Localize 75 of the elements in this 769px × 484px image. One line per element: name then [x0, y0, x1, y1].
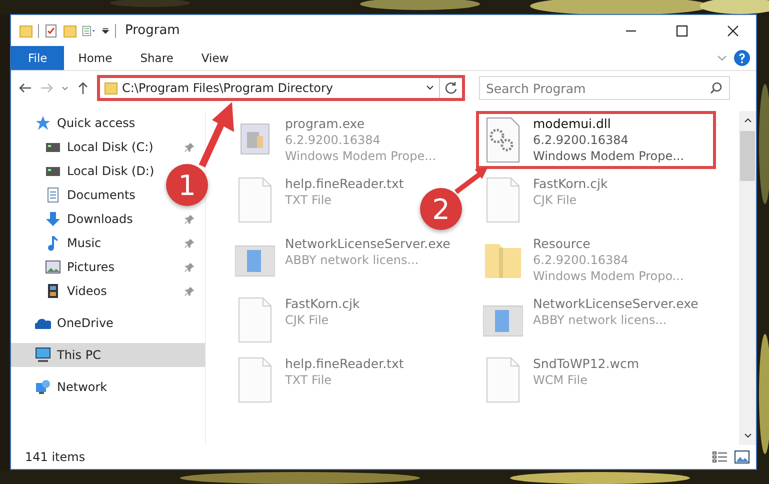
file-name: program.exe — [285, 116, 366, 132]
folder-icon — [104, 81, 118, 95]
tiles-view-icon[interactable] — [734, 450, 750, 464]
search-field[interactable]: Search Program — [479, 76, 730, 100]
file-item[interactable]: help.fineReader.txt TXT File — [228, 171, 411, 229]
pin-icon[interactable] — [184, 238, 195, 248]
file-name: SndToWP12.wcm — [533, 356, 639, 372]
file-item[interactable]: NetworkLicenseServer.exe ABBY network licens... — [476, 291, 706, 349]
file-name: help.fineReader.txt — [285, 356, 404, 372]
pin-icon[interactable] — [184, 286, 195, 296]
file-item[interactable]: program.exe 6.2.9200.16384 Windows Modem Prope... — [228, 111, 444, 169]
file-detail: CJK File — [533, 192, 578, 208]
file-name: modemui.dll — [533, 116, 612, 132]
file-name: NetworkLicenseServer.exe — [285, 236, 450, 252]
file-item[interactable]: FastKorn.cjk CJK File — [476, 171, 615, 229]
file-detail: 6.2.9200.16384 — [285, 132, 382, 148]
pin-icon[interactable] — [184, 214, 195, 224]
file-name: FastKorn.cjk — [533, 176, 608, 192]
file-detail: 6.2.9200.16384 — [533, 132, 630, 148]
file-detail: 6.2.9200.16384 — [533, 252, 630, 268]
sidebar-icon — [35, 347, 51, 363]
file-detail: TXT File — [285, 192, 333, 208]
file-item[interactable]: FastKorn.cjk CJK File — [228, 291, 367, 349]
folder-icon[interactable] — [19, 24, 33, 38]
file-item[interactable]: help.fineReader.txt TXT File — [228, 351, 411, 409]
file-name: help.fineReader.txt — [285, 176, 404, 192]
sidebar-icon — [45, 187, 61, 203]
view-list-icon[interactable] — [82, 24, 96, 38]
file-detail: TXT File — [285, 372, 333, 388]
address-bar[interactable]: C:\Program Files\Program Directory — [97, 75, 465, 101]
window-title: Program — [125, 23, 180, 38]
sidebar-icon — [35, 115, 51, 131]
sidebar-item[interactable]: Documents — [11, 183, 146, 207]
pin-icon[interactable] — [184, 142, 195, 152]
sidebar-item[interactable]: Music — [11, 231, 205, 255]
properties-icon[interactable] — [44, 24, 58, 38]
sidebar-item[interactable]: Network — [11, 375, 205, 399]
help-icon[interactable] — [734, 50, 750, 66]
pin-icon[interactable] — [184, 262, 195, 272]
file-detail: CJK File — [285, 312, 330, 328]
file-item[interactable]: SndToWP12.wcm WCM File — [476, 351, 646, 409]
sidebar-icon — [45, 259, 61, 275]
item-count: 141 items — [25, 450, 86, 464]
search-icon — [709, 81, 723, 95]
sidebar-item[interactable]: Local Disk (D:) — [11, 159, 164, 183]
sidebar-item[interactable]: Local Disk (C:) — [11, 135, 205, 159]
sidebar-icon — [45, 211, 61, 227]
file-item[interactable]: NetworkLicenseServer.exe ABBY network licens... — [228, 231, 458, 289]
dropdown-icon[interactable] — [101, 26, 110, 35]
file-item[interactable]: modemui.dll 6.2.9200.16384 Windows Modem Prope... — [476, 111, 716, 169]
new-folder-icon[interactable] — [63, 24, 77, 38]
sidebar-item[interactable]: Quick access — [11, 111, 205, 135]
sidebar-icon — [45, 235, 61, 251]
file-detail: ABBY network licens... — [533, 312, 668, 328]
sidebar-item[interactable]: This PC — [11, 343, 205, 367]
scrollbar-thumb[interactable] — [740, 131, 755, 181]
details-view-icon[interactable] — [712, 450, 728, 464]
sidebar-item[interactable]: Pictures — [11, 255, 205, 279]
file-detail: Windows Modem Prope... — [285, 148, 436, 164]
file-detail: WCM File — [533, 372, 588, 388]
file-item[interactable]: Resource 6.2.9200.16384 Windows Modem Propo... — [476, 231, 691, 289]
file-detail: Windows Modem Propo... — [533, 268, 684, 284]
sidebar-item[interactable]: Downloads — [11, 207, 205, 231]
file-detail: Windows Modem Prope... — [533, 148, 684, 164]
sidebar-item[interactable]: Videos — [11, 279, 205, 303]
sidebar-icon — [35, 379, 51, 395]
file-detail: ABBY network licens... — [285, 252, 420, 268]
sidebar-item[interactable]: OneDrive — [11, 311, 205, 335]
file-name: FastKorn.cjk — [285, 296, 360, 312]
file-name: NetworkLicenseServer.exe — [533, 296, 698, 312]
file-name: Resource — [533, 236, 592, 252]
scrollbar[interactable] — [739, 111, 756, 445]
ribbon-tab[interactable]: File — [11, 46, 64, 70]
sidebar-icon — [45, 283, 61, 299]
arrow — [196, 102, 236, 168]
